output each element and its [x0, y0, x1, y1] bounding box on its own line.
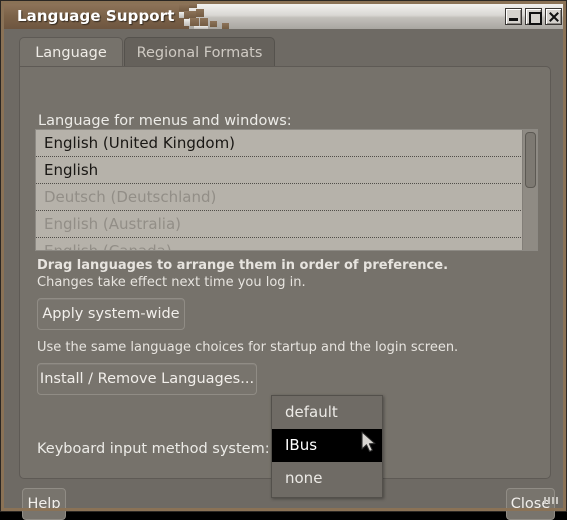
apply-hint-text: Use the same language choices for startu… [37, 340, 459, 355]
drag-hint-text: Drag languages to arrange them in order … [37, 258, 449, 273]
tab-language[interactable]: Language [19, 37, 123, 67]
titlebar-pixel-block [200, 18, 208, 26]
dropdown-option-none[interactable]: none [272, 462, 382, 495]
titlebar-pixel-block [189, 4, 197, 8]
dropdown-option-ibus[interactable]: IBus [272, 429, 382, 462]
language-support-window: Language Support Regional Formats Langua… [0, 0, 567, 520]
minimize-icon [509, 18, 518, 21]
list-item[interactable]: English (Australia) [36, 211, 537, 238]
list-item[interactable]: Deutsch (Deutschland) [36, 184, 537, 211]
maximize-button[interactable] [525, 8, 542, 25]
close-button[interactable] [545, 8, 562, 25]
login-hint-text: Changes take effect next time you log in… [37, 275, 306, 290]
window-title: Language Support [17, 7, 175, 25]
list-item[interactable]: English (United Kingdom) [36, 130, 537, 157]
dropdown-option-default[interactable]: default [272, 396, 382, 429]
keyboard-input-method-dropdown[interactable]: default IBus none [271, 395, 383, 498]
language-list-scrollbar[interactable] [522, 130, 537, 250]
list-item[interactable]: English (Canada) [36, 238, 537, 250]
minimize-button[interactable] [505, 8, 522, 25]
titlebar-pixel-block [179, 12, 184, 18]
language-list-label: Language for menus and windows: [38, 113, 292, 129]
keyboard-input-method-label: Keyboard input method system: [37, 441, 270, 457]
help-button[interactable]: Help [22, 488, 66, 520]
scrollbar-thumb[interactable] [525, 132, 536, 188]
language-list[interactable]: English (United Kingdom) English Deutsch… [35, 129, 538, 251]
apply-system-wide-button[interactable]: Apply system-wide [37, 298, 185, 330]
resize-grip[interactable] [544, 496, 558, 505]
titlebar-pixel-block [210, 21, 217, 27]
tab-strip: Regional Formats Language [19, 37, 551, 67]
titlebar-pixel-block [184, 19, 190, 26]
titlebar-pixel-block [184, 11, 196, 18]
titlebar-pixel-block [179, 4, 189, 11]
window-titlebar[interactable]: Language Support [4, 4, 565, 29]
tab-regional-formats[interactable]: Regional Formats [124, 37, 275, 67]
list-item[interactable]: English [36, 157, 537, 184]
titlebar-pixel-block [190, 18, 199, 26]
titlebar-pixel-block [196, 9, 204, 17]
install-remove-languages-button[interactable]: Install / Remove Languages... [37, 363, 257, 395]
maximize-icon [529, 12, 542, 25]
